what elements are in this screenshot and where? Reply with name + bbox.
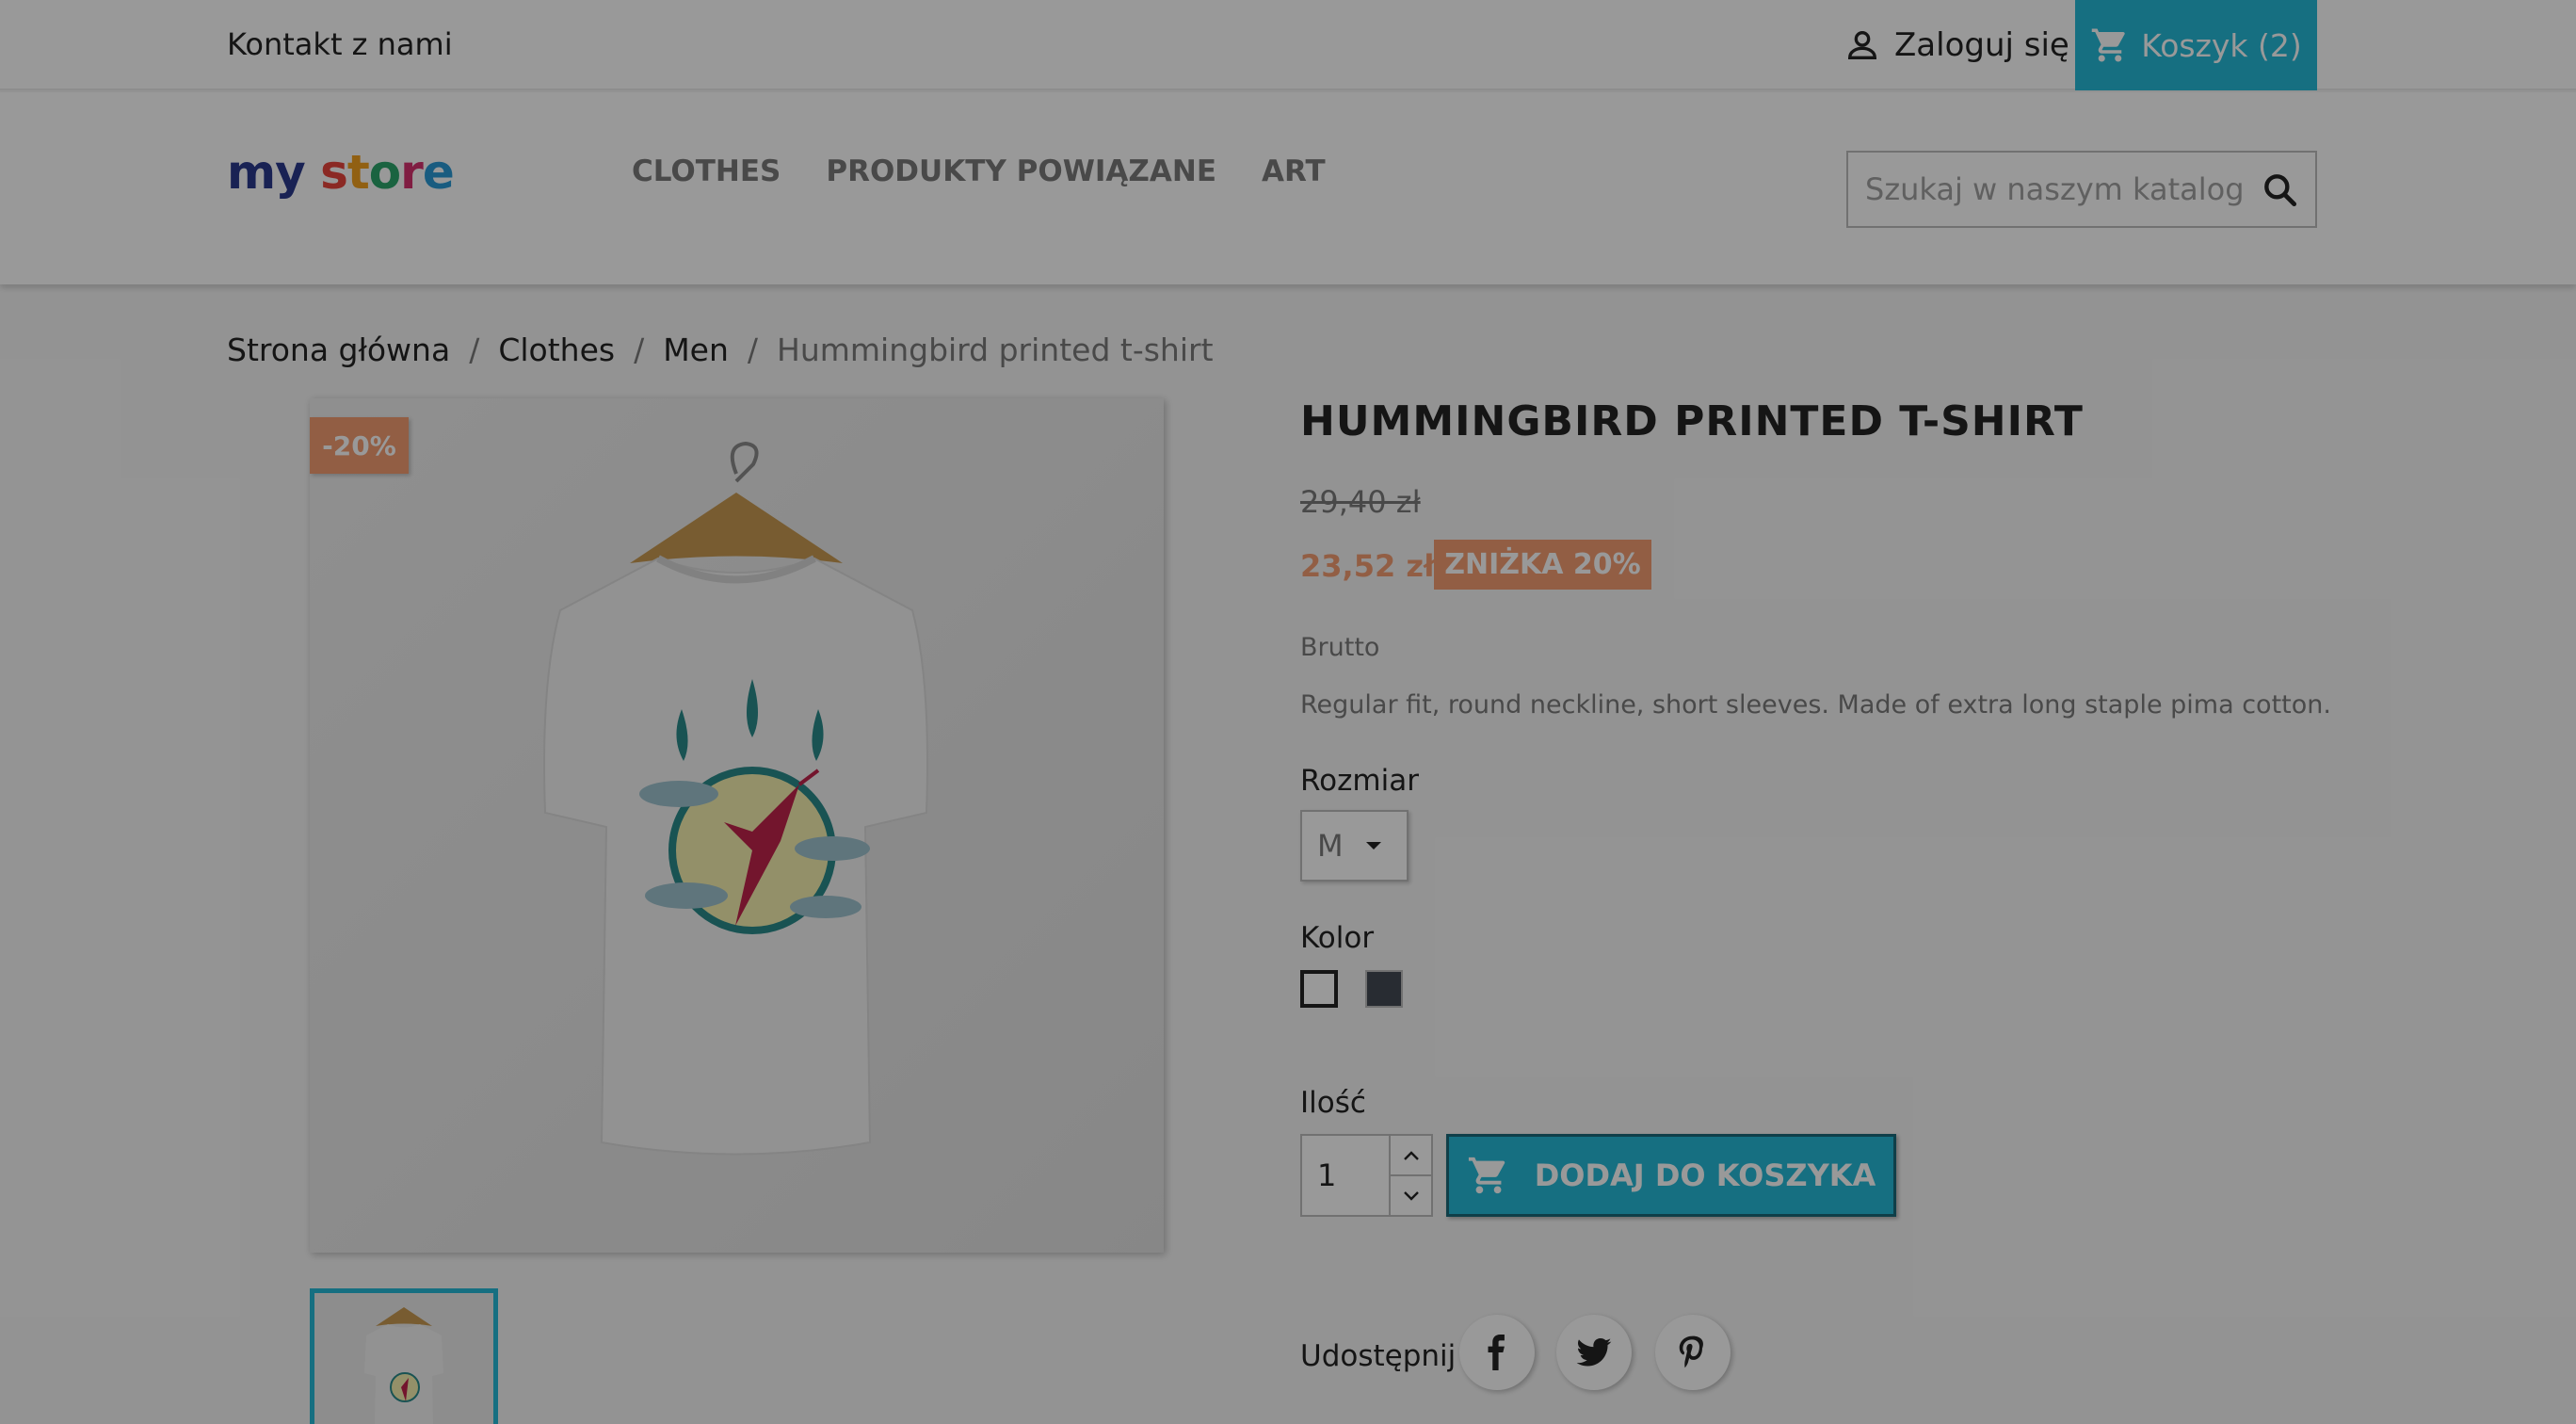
modal-backdrop[interactable]: [0, 0, 2576, 1424]
